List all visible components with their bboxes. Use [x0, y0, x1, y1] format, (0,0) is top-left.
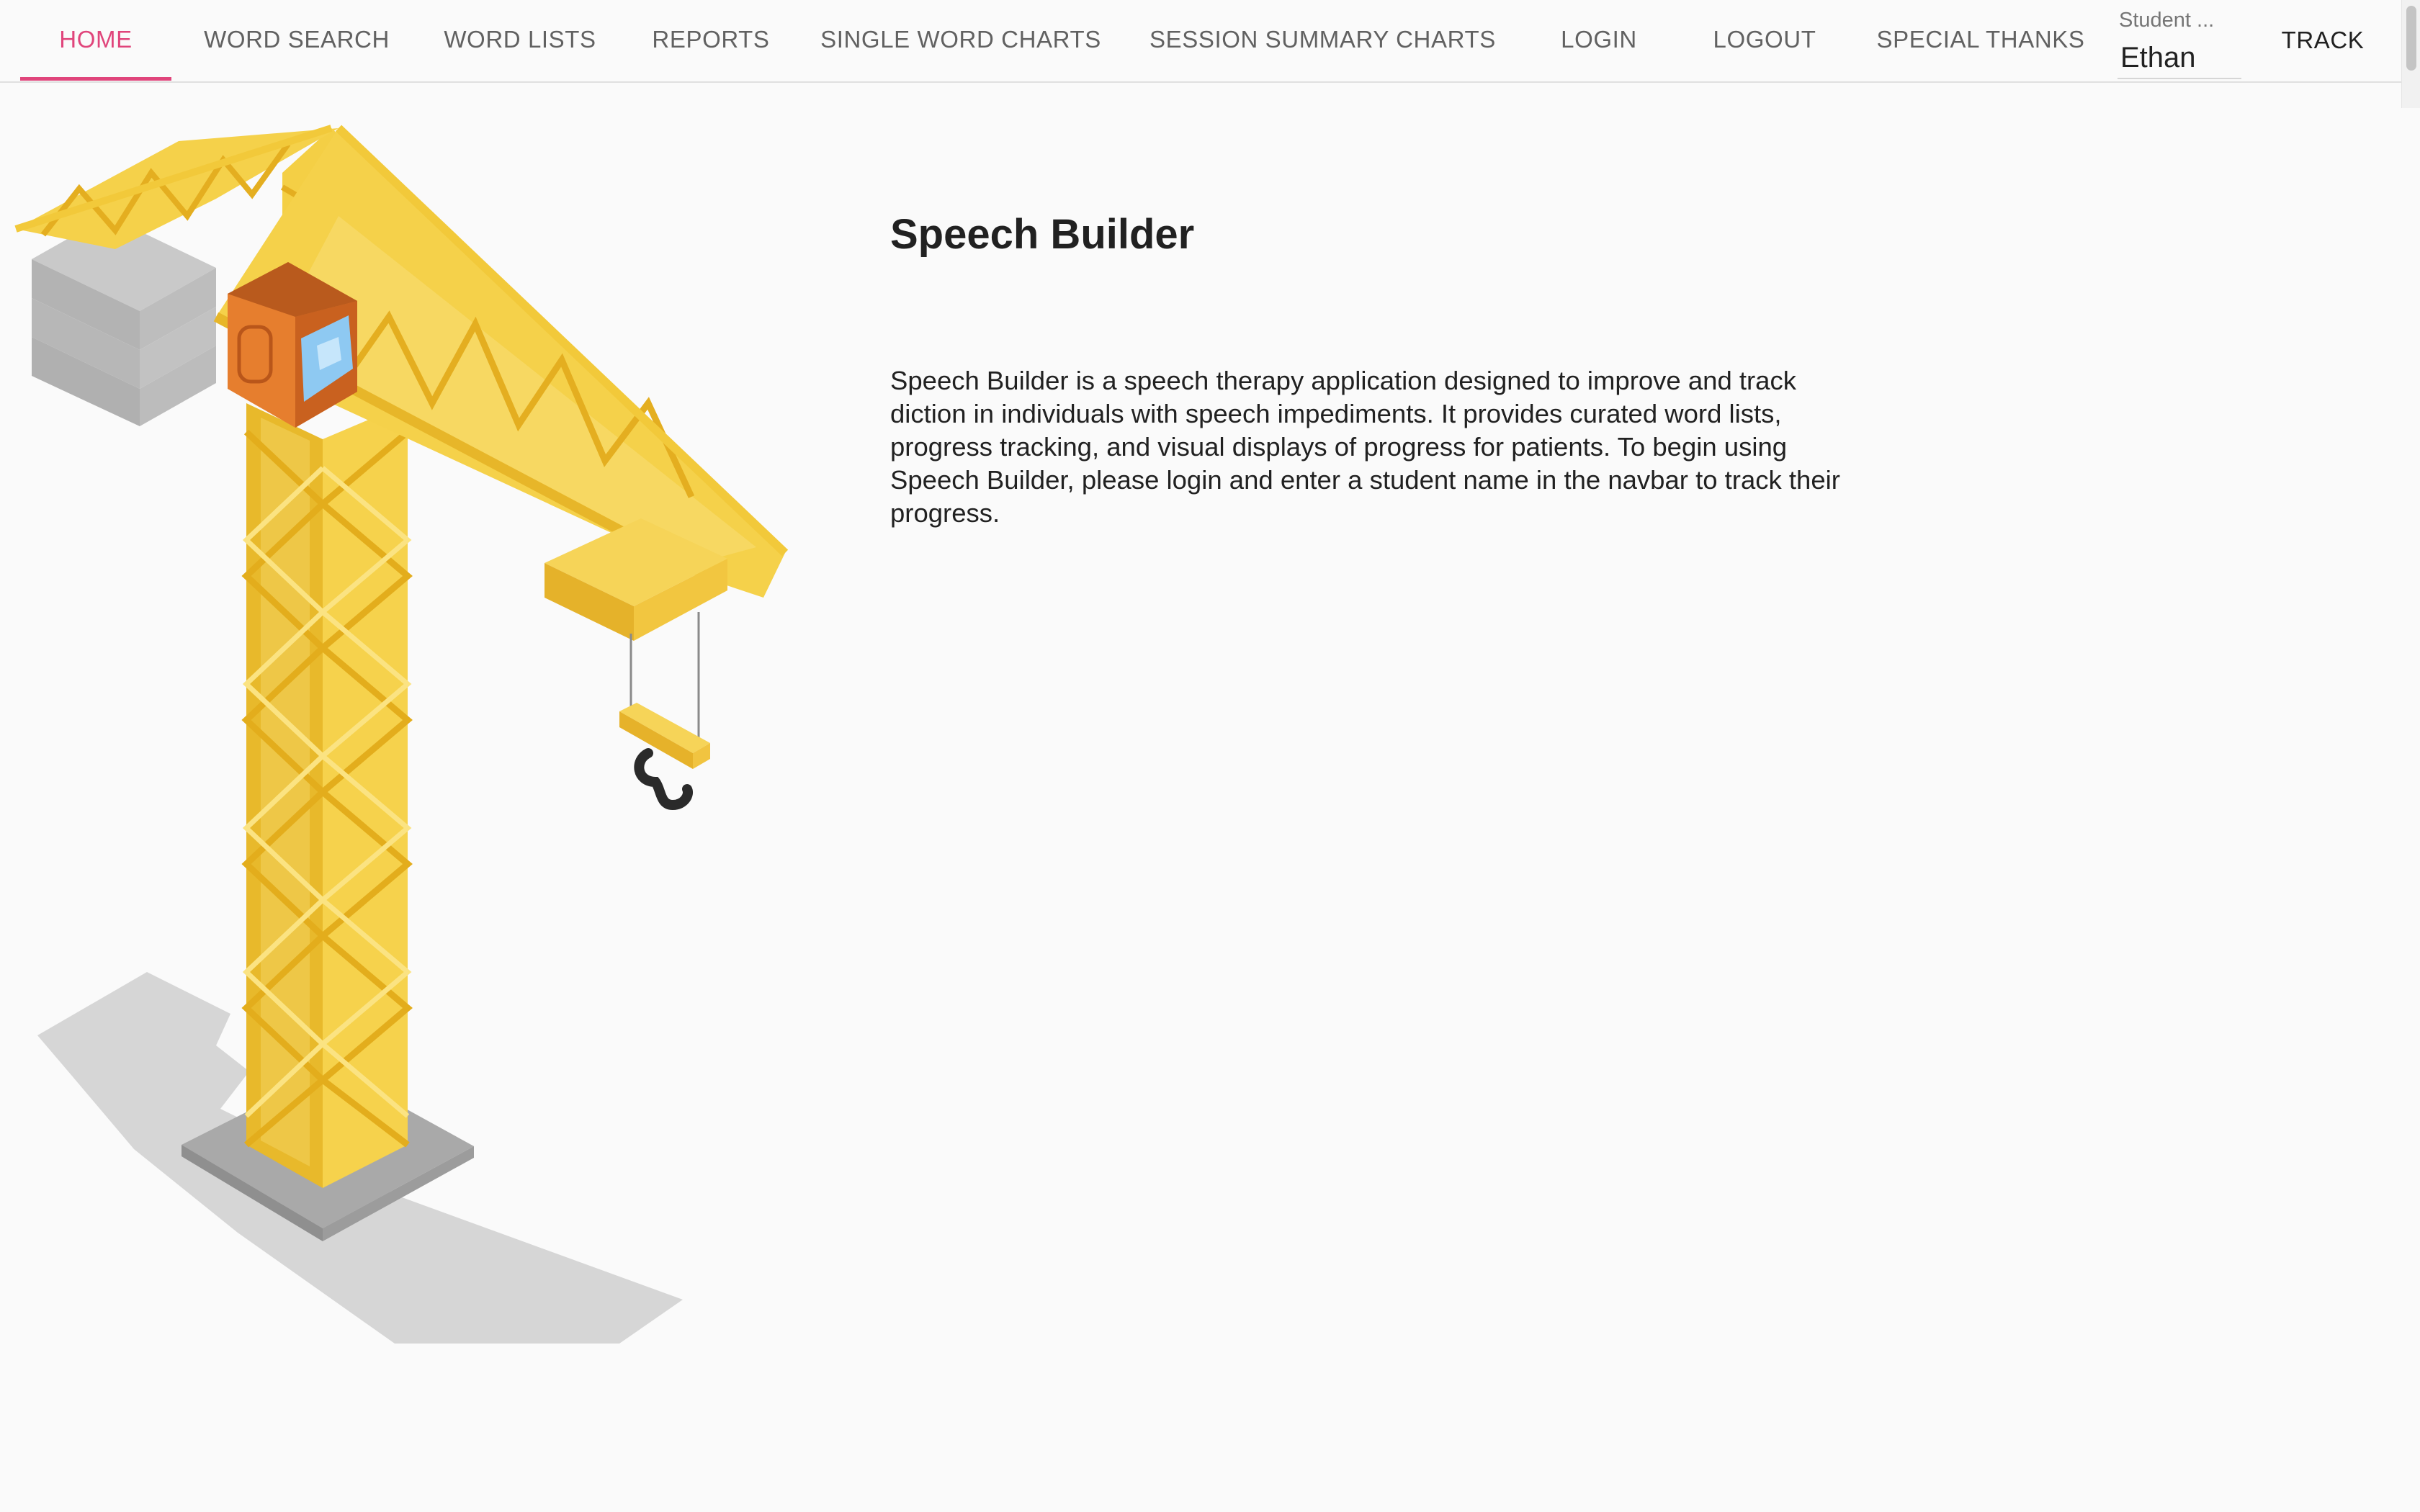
top-navbar: HOME WORD SEARCH WORD LISTS REPORTS SING… [0, 0, 2401, 83]
tab-word-search[interactable]: WORD SEARCH [193, 0, 400, 81]
student-name-field: Student ... [2118, 3, 2243, 84]
tab-logout[interactable]: LOGOUT [1707, 0, 1822, 81]
page-title: Speech Builder [890, 211, 1195, 258]
tab-word-lists[interactable]: WORD LISTS [428, 0, 612, 81]
tab-reports[interactable]: REPORTS [641, 0, 781, 81]
counterweight-blocks [32, 216, 216, 426]
tab-special-thanks[interactable]: SPECIAL THANKS [1873, 0, 2089, 81]
scrollbar-thumb[interactable] [2406, 6, 2416, 71]
tab-session-summary-charts[interactable]: SESSION SUMMARY CHARTS [1150, 0, 1495, 81]
track-button[interactable]: TRACK [2262, 16, 2384, 65]
student-field-label: Student ... [2119, 9, 2215, 32]
tab-single-word-charts[interactable]: SINGLE WORD CHARTS [817, 0, 1105, 81]
page-scrollbar[interactable] [2401, 0, 2420, 108]
crane-hook [619, 703, 710, 811]
tab-home[interactable]: HOME [20, 0, 171, 81]
crane-illustration [14, 125, 789, 1344]
crane-tower [241, 403, 413, 1188]
student-name-input[interactable] [2118, 37, 2241, 79]
app-description: Speech Builder is a speech therapy appli… [890, 366, 1840, 528]
tab-login[interactable]: LOGIN [1538, 0, 1659, 81]
active-tab-indicator [20, 77, 171, 81]
